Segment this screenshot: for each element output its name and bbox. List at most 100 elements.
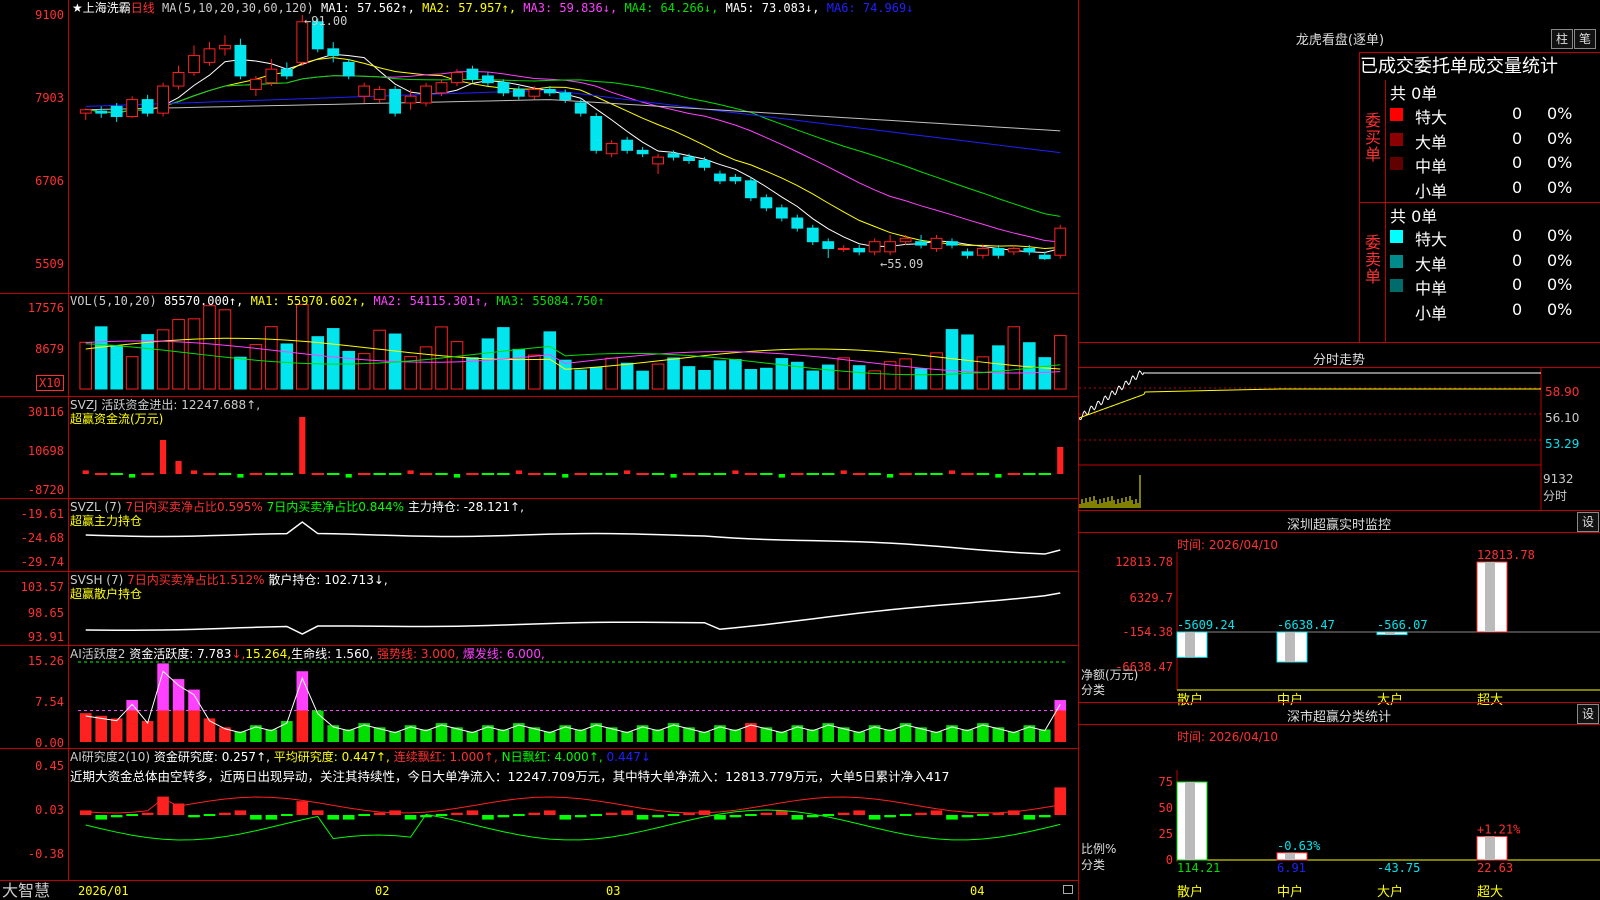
candle-body: [698, 159, 711, 168]
candle-body: [280, 68, 293, 77]
volume-bar: [961, 334, 974, 390]
candle-body: [760, 197, 773, 209]
classify-time: 时间: 2026/04/10: [1177, 730, 1279, 744]
flow-dash: [481, 473, 495, 475]
y-tick: 0.00: [35, 736, 64, 750]
candle-body: [1023, 247, 1036, 253]
volume-bar: [125, 356, 139, 390]
research-dash: [745, 814, 757, 816]
classify-unit: 比例%: [1081, 842, 1117, 856]
activity-bar: [574, 729, 587, 742]
candle-body: [605, 143, 618, 155]
activity-burst-bar: [157, 663, 169, 711]
chart-area[interactable]: ★上海洗霸日线 MA(5,10,20,30,60,120) MA1: 57.56…: [0, 0, 1078, 900]
candle-body: [249, 78, 262, 90]
volume-bar: [450, 341, 464, 390]
ai2-header: AI研究度2(10) 资金研究度: 0.257↑, 平均研究度: 0.447↑,…: [70, 750, 651, 764]
svzl-header: SVZL (7) 7日内买卖净占比0.595% 7日内买卖净占比0.844% 主…: [70, 500, 524, 514]
classify-bar-shade: [1285, 852, 1295, 860]
research-dash: [203, 814, 216, 816]
volume-bar: [713, 360, 727, 390]
volume-bar: [342, 350, 356, 390]
flow-dash: [435, 473, 448, 475]
monitor-bar-label: -6638.47: [1277, 618, 1335, 632]
activity-bar: [466, 731, 479, 742]
classify-settings-button[interactable]: 设: [1577, 704, 1599, 724]
ma-line: [85, 57, 1061, 249]
classify-y-tick: 50: [1159, 801, 1173, 815]
flow-bar: [345, 474, 352, 478]
vol-unit-badge[interactable]: X10: [36, 375, 64, 391]
candle-body: [1054, 227, 1067, 256]
research-bar: [188, 815, 200, 818]
activity-bar: [497, 729, 510, 742]
research-dash: [435, 814, 448, 816]
candle-body: [559, 92, 572, 101]
monitor-category-label: 分类: [1081, 683, 1106, 697]
period-label[interactable]: 日线: [131, 1, 155, 15]
flow-bar: [1057, 447, 1064, 474]
stock-title[interactable]: ★上海洗霸: [72, 1, 131, 15]
research-bar: [961, 815, 974, 818]
volume-bar: [620, 362, 634, 390]
brand-logo[interactable]: 大智慧: [2, 882, 50, 900]
activity-bar: [806, 729, 819, 742]
research-bar: [791, 815, 804, 820]
volume-bar: [682, 366, 696, 390]
activity-bar: [420, 729, 432, 742]
flow-bar: [159, 440, 167, 474]
research-bar: [79, 810, 92, 815]
volume-bar: [760, 367, 773, 390]
candle-body: [683, 156, 695, 161]
research-bar: [482, 815, 494, 820]
classify-y-tick: 25: [1159, 827, 1173, 841]
research-bar: [250, 815, 262, 820]
classify-category-label: 分类: [1081, 858, 1106, 872]
research-dash: [590, 814, 603, 816]
candle-body: [389, 88, 402, 114]
candle-body: [157, 85, 169, 114]
candle-body: [435, 82, 448, 94]
flow-dash: [466, 473, 479, 475]
research-bar: [157, 796, 169, 815]
research-bar: [884, 815, 896, 818]
volume-bar: [837, 357, 851, 390]
ma120-line: [85, 99, 1061, 132]
research-bar: [296, 801, 309, 815]
candle-body: [868, 241, 881, 253]
lock-icon[interactable]: [1063, 885, 1073, 894]
research-bar: [652, 815, 664, 818]
main-header: ★上海洗霸日线 MA(5,10,20,30,60,120) MA1: 57.56…: [72, 1, 913, 15]
flow-dash: [497, 473, 510, 475]
flow-dash: [590, 473, 603, 475]
flow-dash: [760, 473, 773, 475]
candle-body: [775, 207, 788, 219]
volume-bar: [651, 363, 665, 390]
volume-bar: [1023, 342, 1036, 390]
main-holding-line: [85, 521, 1061, 555]
classify-value: 114.21: [1177, 861, 1220, 875]
svzj-subtitle: 超赢资金流(万元): [70, 412, 164, 426]
flow-dash: [574, 473, 587, 475]
activity-bar: [621, 731, 633, 742]
flow-dash: [388, 473, 402, 475]
y-tick: 9100: [35, 8, 64, 22]
vol-header: VOL(5,10,20) 85570.000↑, MA1: 55970.602↑…: [70, 294, 605, 308]
volume-bar: [1038, 357, 1052, 390]
y-tick: 7.54: [35, 695, 64, 709]
y-tick: -24.68: [20, 531, 64, 545]
research-bar: [1023, 815, 1036, 820]
panel-divider: [0, 498, 1078, 499]
monitor-bar-chart: 12813.78 6329.7 -154.38 -6638.47 -5609.24 散户 -…: [1115, 548, 1600, 900]
volume-bar: [852, 365, 866, 390]
flow-bar: [82, 470, 89, 474]
ma60-line: [85, 89, 1061, 154]
flow-bar: [190, 470, 198, 474]
classify-value: 6.91: [1277, 861, 1306, 875]
ma5-value: MA5: 73.083↓,: [725, 1, 820, 15]
vol-ma-line: [85, 337, 1061, 370]
y-tick: 10698: [27, 444, 64, 458]
chart-canvas[interactable]: [0, 0, 1078, 900]
vol-ma-line: [85, 343, 1061, 376]
volume-bar: [203, 305, 216, 390]
